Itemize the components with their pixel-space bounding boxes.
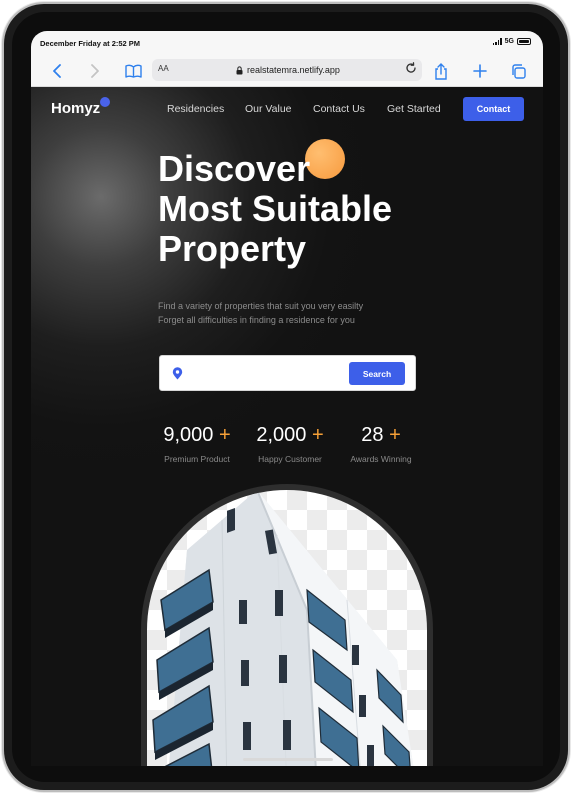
- forward-icon[interactable]: [85, 61, 105, 81]
- search-bar[interactable]: Search: [159, 355, 416, 391]
- site-logo[interactable]: Homyz: [51, 100, 100, 117]
- hero-building-image: [141, 484, 433, 766]
- text-size-button[interactable]: AA: [158, 64, 169, 73]
- stat-label: Premium Product: [164, 454, 230, 464]
- web-page: Homyz Residencies Our Value Contact Us G…: [31, 87, 543, 766]
- nav-link-get-started[interactable]: Get Started: [387, 103, 441, 115]
- url-display[interactable]: realstatemra.netlify.app: [236, 65, 340, 75]
- browser-toolbar: AA realstatemra.netlify.app: [31, 55, 543, 87]
- stat-label: Awards Winning: [350, 454, 412, 464]
- status-time: December Friday at 2:52 PM: [40, 39, 141, 48]
- stat-happy-customer: 2,000 + Happy Customer: [249, 424, 331, 464]
- nav-link-contact-us[interactable]: Contact Us: [313, 103, 365, 115]
- screen: December Friday at 2:52 PM 5G AA realsta…: [31, 31, 543, 766]
- search-input[interactable]: [188, 364, 338, 384]
- signal-icon: [492, 38, 502, 45]
- battery-icon: [517, 38, 531, 45]
- bookmarks-icon[interactable]: [122, 61, 144, 81]
- building-illustration: [152, 490, 414, 766]
- nav-link-residencies[interactable]: Residencies: [167, 103, 224, 115]
- hero-title: Discover Most Suitable Property: [158, 149, 458, 269]
- url-text: realstatemra.netlify.app: [247, 65, 340, 75]
- location-pin-icon: [172, 367, 183, 385]
- logo-dot: [100, 97, 110, 107]
- tabs-icon[interactable]: [508, 61, 528, 81]
- back-icon[interactable]: [47, 61, 67, 81]
- contact-button[interactable]: Contact: [463, 97, 524, 121]
- hero-title-line: Discover: [158, 148, 311, 189]
- lock-icon: [236, 65, 243, 74]
- hero-title-line: Most Suitable: [158, 188, 393, 229]
- stat-value: 28 +: [361, 424, 401, 446]
- home-indicator: [243, 758, 333, 761]
- status-bar: December Friday at 2:52 PM 5G: [31, 31, 543, 55]
- stat-premium-product: 9,000 + Premium Product: [157, 424, 237, 464]
- address-bar[interactable]: AA realstatemra.netlify.app: [152, 59, 422, 81]
- share-icon[interactable]: [431, 61, 451, 81]
- status-indicators: 5G: [492, 38, 531, 45]
- new-tab-icon[interactable]: [470, 61, 490, 81]
- stat-value: 9,000 +: [163, 424, 231, 446]
- network-label: 5G: [504, 38, 514, 45]
- hero-subtitle-line: Find a variety of properties that suit y…: [158, 301, 364, 311]
- reload-icon[interactable]: [405, 62, 417, 77]
- stat-value: 2,000 +: [256, 424, 324, 446]
- hero-subtitle: Find a variety of properties that suit y…: [158, 299, 458, 327]
- nav-link-our-value[interactable]: Our Value: [245, 103, 292, 115]
- hero-title-line: Property: [158, 228, 307, 269]
- stat-label: Happy Customer: [258, 454, 322, 464]
- search-button[interactable]: Search: [349, 362, 405, 385]
- stat-awards-winning: 28 + Awards Winning: [343, 424, 419, 464]
- hero-subtitle-line: Forget all difficulties in finding a res…: [158, 315, 355, 325]
